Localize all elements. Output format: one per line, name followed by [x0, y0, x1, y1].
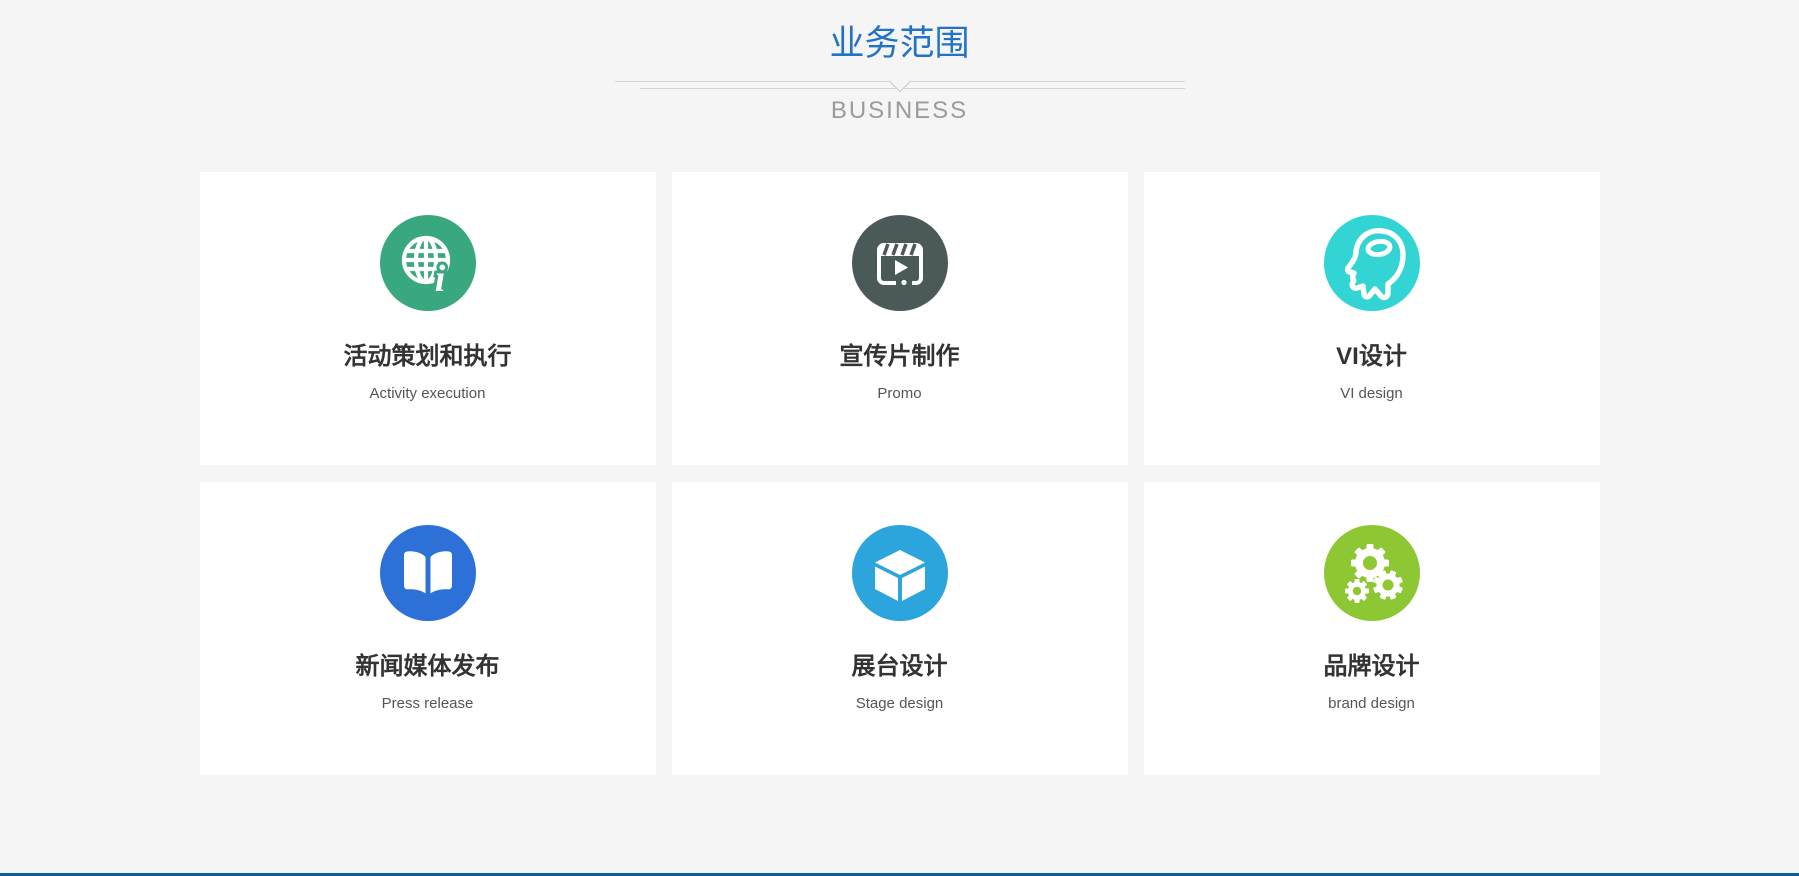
card-brand-design[interactable]: 品牌设计 brand design	[1144, 482, 1600, 775]
card-title: 展台设计	[852, 654, 948, 680]
cube-icon	[852, 525, 948, 621]
head-idea-icon	[1324, 215, 1420, 311]
globe-info-icon: i	[380, 215, 476, 311]
card-title: 宣传片制作	[840, 344, 960, 370]
business-card-grid: i 活动策划和执行 Activity execution 宣传片制作 Promo	[200, 172, 1600, 775]
card-subtitle: VI design	[1340, 385, 1403, 402]
card-activity-execution[interactable]: i 活动策划和执行 Activity execution	[200, 172, 656, 465]
page-subtitle: BUSINESS	[0, 97, 1799, 125]
divider-shadow-line	[640, 88, 1185, 89]
svg-text:i: i	[434, 258, 445, 300]
card-promo[interactable]: 宣传片制作 Promo	[672, 172, 1128, 465]
page-title: 业务范围	[0, 24, 1799, 64]
open-book-icon	[380, 525, 476, 621]
card-vi-design[interactable]: VI设计 VI design	[1144, 172, 1600, 465]
card-stage-design[interactable]: 展台设计 Stage design	[672, 482, 1128, 775]
card-press-release[interactable]: 新闻媒体发布 Press release	[200, 482, 656, 775]
card-subtitle: brand design	[1328, 695, 1415, 712]
card-title: VI设计	[1336, 344, 1407, 370]
card-subtitle: Press release	[382, 695, 474, 712]
card-title: 新闻媒体发布	[356, 654, 500, 680]
card-title: 活动策划和执行	[344, 344, 512, 370]
video-clapper-icon	[852, 215, 948, 311]
card-subtitle: Promo	[877, 385, 921, 402]
section-divider	[615, 81, 1185, 95]
card-subtitle: Stage design	[856, 695, 944, 712]
gears-icon	[1324, 525, 1420, 621]
card-subtitle: Activity execution	[370, 385, 486, 402]
card-title: 品牌设计	[1324, 654, 1420, 680]
